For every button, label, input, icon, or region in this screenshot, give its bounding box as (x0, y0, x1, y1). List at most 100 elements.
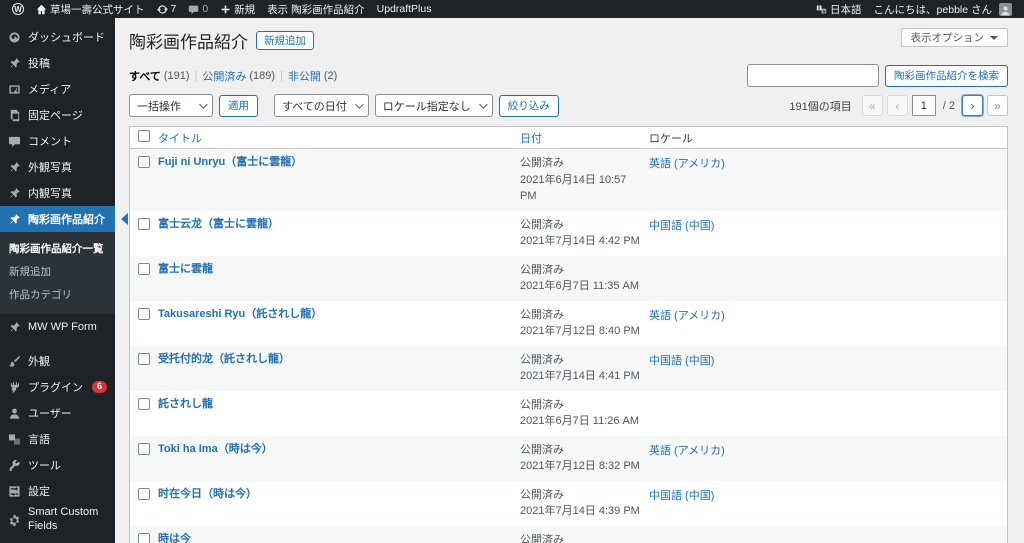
sidebar-item-media[interactable]: メディア (0, 76, 115, 102)
table-row: Toki ha Ima（時は今） 公開済み 2021年7月12日 8:32 PM… (130, 435, 1007, 481)
avatar-person-icon (1001, 5, 1010, 15)
sidebar-item-label: Smart Custom Fields (28, 506, 99, 532)
view-published[interactable]: 公開済み (189) (202, 68, 275, 84)
pin-icon (10, 161, 20, 172)
submenu-item-add-new[interactable]: 新規追加 (0, 260, 115, 283)
view-post-type-link[interactable]: 表示 陶彩画作品紹介 (261, 0, 370, 18)
search-input[interactable] (747, 64, 879, 87)
row-locale-link[interactable]: 英語 (アメリカ) (649, 445, 725, 457)
submenu-item-works-list[interactable]: 陶彩画作品紹介一覧 (0, 237, 115, 260)
next-page-button[interactable]: › (962, 95, 983, 116)
chevron-down-icon (354, 99, 364, 109)
row-title-link[interactable]: 富士に雲龍 (158, 263, 213, 275)
row-date: 2021年7月12日 8:32 PM (520, 460, 640, 472)
admin-sidebar: ダッシュボード 投稿 メディア 固定ページ コメント 外観写真 内観写真 陶彩画… (0, 18, 115, 543)
row-checkbox[interactable] (138, 307, 150, 320)
last-page-button[interactable]: » (987, 95, 1008, 116)
bulk-actions-select[interactable]: 一括操作 (129, 94, 213, 117)
sidebar-item-label: 外観 (28, 356, 50, 368)
row-title-link[interactable]: Fuji ni Unryu（富士に雲龍） (158, 156, 302, 168)
filter-button[interactable]: 絞り込み (498, 94, 559, 117)
posts-list-table: タイトル 日付 ロケール Fuji ni Unryu（富士に雲龍） 公開済み 2… (129, 126, 1008, 543)
row-locale-link[interactable]: 中国語 (中国) (649, 220, 714, 232)
pin-icon (10, 57, 20, 68)
search-submit-button[interactable]: 陶彩画作品紹介を検索 (885, 64, 1008, 87)
apply-button[interactable]: 適用 (219, 94, 258, 117)
row-status: 公開済み (520, 218, 564, 231)
row-locale-link[interactable]: 中国語 (中国) (649, 355, 714, 367)
row-checkbox[interactable] (138, 397, 150, 410)
add-new-button[interactable]: 新規追加 (256, 31, 314, 50)
row-checkbox[interactable] (138, 442, 150, 455)
settings-icon (9, 485, 20, 497)
sidebar-item-label: プラグイン (28, 382, 83, 394)
row-status: 公開済み (520, 398, 564, 411)
updates-icon (156, 4, 168, 14)
view-private-label: 非公開 (287, 70, 321, 83)
row-checkbox[interactable] (138, 156, 150, 168)
row-status: 公開済み (520, 263, 564, 276)
sidebar-item-smart-custom-fields[interactable]: Smart Custom Fields (0, 504, 115, 536)
admin-language-switcher[interactable]: 日本語 (810, 2, 868, 17)
row-checkbox[interactable] (138, 262, 150, 275)
row-title-link[interactable]: Takusareshi Ryu（託されし龍） (158, 308, 322, 320)
view-private[interactable]: 非公開 (2) (288, 68, 337, 84)
column-header-date[interactable]: 日付 (520, 133, 542, 145)
row-locale-link[interactable]: 中国語 (中国) (649, 490, 714, 502)
user-avatar (999, 2, 1012, 16)
new-content-link[interactable]: 新規 (214, 0, 261, 18)
sidebar-item-languages[interactable]: 言語 (0, 426, 115, 452)
plugins-update-badge: 6 (91, 381, 107, 393)
updraftplus-menu[interactable]: UpdraftPlus (371, 0, 438, 18)
page-title: 陶彩画作品紹介 (129, 33, 248, 52)
sidebar-item-label: 陶彩画作品紹介 (28, 214, 105, 226)
wp-logo-menu[interactable]: W (6, 0, 30, 18)
row-date: 2021年7月14日 4:42 PM (520, 235, 640, 247)
sidebar-item-tosaiga-works[interactable]: 陶彩画作品紹介 (0, 206, 115, 232)
sidebar-item-tools[interactable]: ツール (0, 452, 115, 478)
submenu-item-work-categories[interactable]: 作品カテゴリ (0, 283, 115, 306)
row-checkbox[interactable] (138, 217, 150, 230)
comments-link[interactable]: 0 (182, 0, 214, 18)
date-filter-select[interactable]: すべての日付 (274, 94, 369, 117)
comments-icon (189, 5, 199, 14)
sidebar-item-plugins[interactable]: プラグイン 6 (0, 374, 115, 400)
row-title-link[interactable]: 时在今日（時は今） (158, 488, 257, 500)
row-title-link[interactable]: Toki ha Ima（時は今） (158, 443, 273, 455)
updates-link[interactable]: 7 (151, 0, 183, 18)
sidebar-item-label: MW WP Form (28, 321, 97, 333)
date-filter-value: すべての日付 (282, 100, 347, 113)
appearance-brush-icon (9, 355, 21, 367)
row-title-link[interactable]: 富士云龙（富士に雲龍） (158, 218, 279, 230)
view-all[interactable]: すべて (191) (129, 68, 189, 84)
current-page-input[interactable]: 1 (911, 95, 936, 116)
sidebar-item-cpt-ui[interactable]: CPT UI (0, 536, 115, 543)
sidebar-item-interior-photos[interactable]: 内観写真 (0, 180, 115, 206)
locale-filter-select[interactable]: ロケール指定なし (374, 94, 493, 117)
sidebar-item-settings[interactable]: 設定 (0, 478, 115, 504)
row-checkbox[interactable] (138, 352, 150, 365)
sidebar-item-appearance[interactable]: 外観 (0, 348, 115, 374)
row-locale-link[interactable]: 英語 (アメリカ) (649, 310, 725, 322)
sidebar-item-label: メディア (28, 84, 72, 96)
row-checkbox[interactable] (138, 532, 150, 543)
select-all-checkbox[interactable] (138, 130, 150, 142)
greeting-text: こんにちは、pebble さん (873, 3, 992, 16)
row-title-link[interactable]: 託されし龍 (158, 398, 213, 410)
sidebar-item-users[interactable]: ユーザー (0, 400, 115, 426)
sidebar-item-comments[interactable]: コメント (0, 128, 115, 154)
sidebar-item-posts[interactable]: 投稿 (0, 50, 115, 76)
sidebar-item-mw-wp-form[interactable]: MW WP Form (0, 314, 115, 340)
sidebar-item-dashboard[interactable]: ダッシュボード (0, 24, 115, 50)
my-account-link[interactable]: こんにちは、pebble さん (868, 2, 1018, 17)
sidebar-item-pages[interactable]: 固定ページ (0, 102, 115, 128)
row-title-link[interactable]: 時は今 (158, 533, 191, 543)
row-locale-link[interactable]: 英語 (アメリカ) (649, 158, 725, 170)
sidebar-item-exterior-photos[interactable]: 外観写真 (0, 154, 115, 180)
site-name-link[interactable]: 草場一壽公式サイト (30, 0, 151, 18)
row-title-link[interactable]: 受托付的龙（託されし龍） (158, 353, 290, 365)
row-checkbox[interactable] (138, 487, 150, 500)
column-header-title[interactable]: タイトル (158, 133, 202, 145)
screen-options-button[interactable]: 表示オプション (900, 28, 1008, 47)
chevron-down-icon (199, 99, 208, 109)
